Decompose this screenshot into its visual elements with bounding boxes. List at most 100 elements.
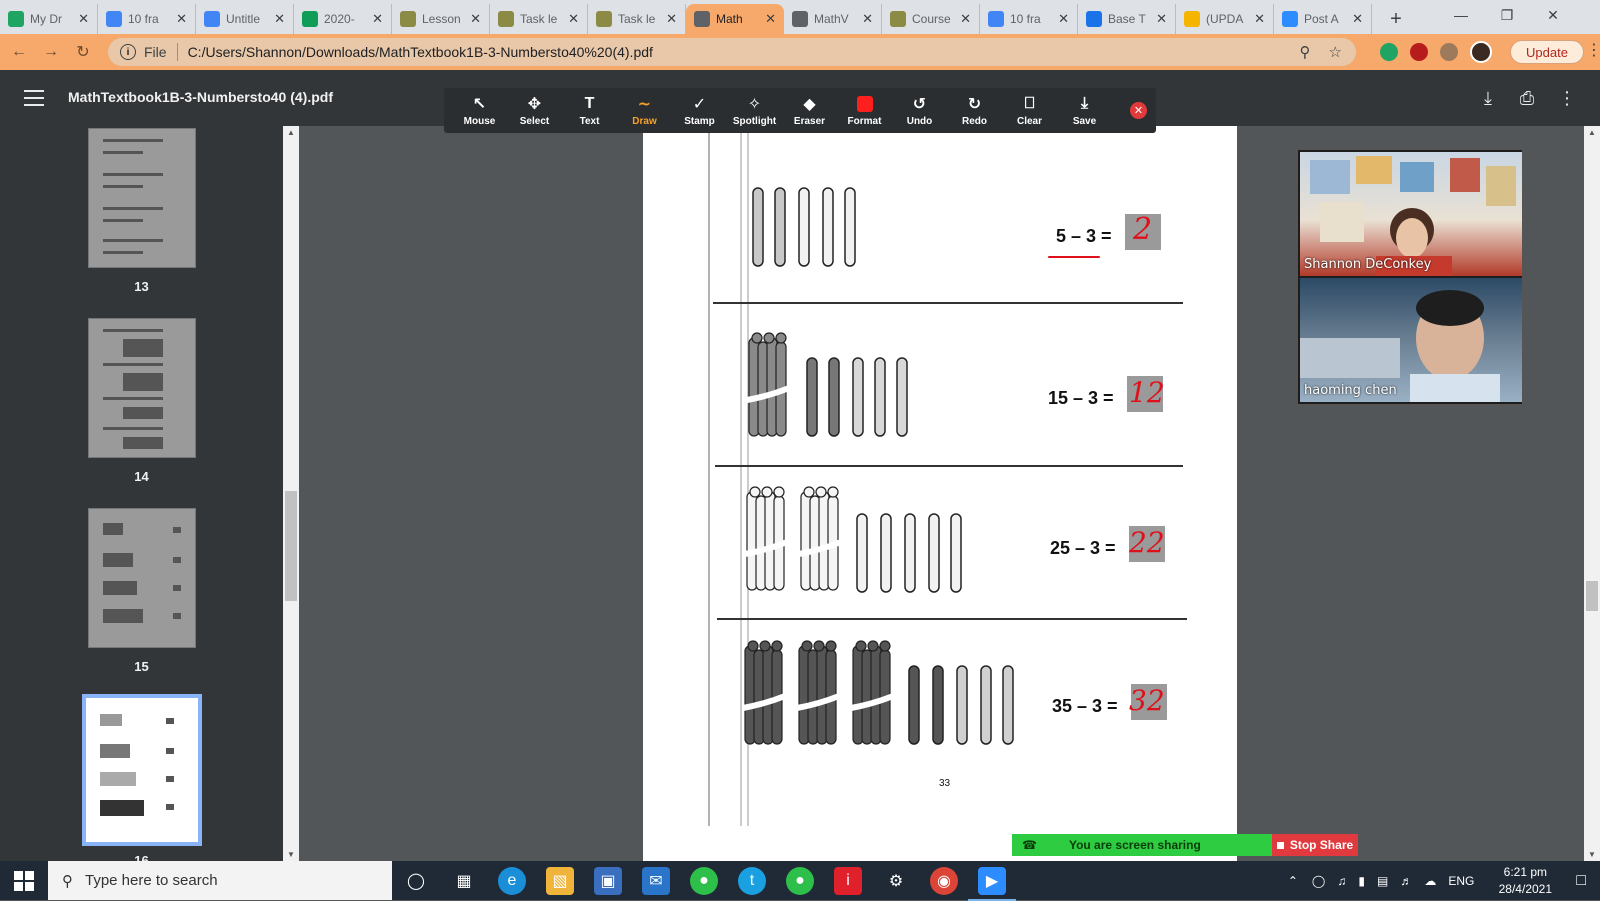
tool-stamp-button[interactable]: ✓ Stamp xyxy=(672,95,727,127)
browser-tab[interactable]: Post A ✕ xyxy=(1274,4,1372,34)
browser-tab[interactable]: Math ✕ xyxy=(686,4,784,34)
close-tab-icon[interactable]: ✕ xyxy=(960,11,971,27)
file-explorer-icon[interactable]: ▧ xyxy=(546,867,574,895)
extension-evernote-icon[interactable] xyxy=(1380,43,1398,61)
itutor-icon[interactable]: i xyxy=(834,867,862,895)
tray-chevron-icon[interactable]: ⌃ xyxy=(1288,874,1298,888)
taskbar-clock[interactable]: 6:21 pm 28/4/2021 xyxy=(1482,864,1568,898)
notifications-icon[interactable]: □ xyxy=(1576,872,1586,890)
close-tab-icon[interactable]: ✕ xyxy=(568,11,579,27)
bookmark-star-icon[interactable]: ☆ xyxy=(1329,43,1342,61)
tool-redo-button[interactable]: ↻ Redo xyxy=(947,95,1002,127)
tool-format-button[interactable]: Format xyxy=(837,95,892,127)
edge-icon[interactable]: e xyxy=(498,867,526,895)
taskbar-search-box[interactable]: ⚲ Type here to search xyxy=(48,861,392,900)
video-tile-host[interactable]: Shannon DeConkey xyxy=(1300,152,1522,276)
onedrive-icon[interactable]: ☁ xyxy=(1424,874,1436,888)
update-button[interactable]: Update xyxy=(1510,40,1584,64)
browser-tab[interactable]: 10 fra ✕ xyxy=(98,4,196,34)
browser-tab[interactable]: Base T ✕ xyxy=(1078,4,1176,34)
browser-tab[interactable]: 2020- ✕ xyxy=(294,4,392,34)
close-tab-icon[interactable]: ✕ xyxy=(666,11,677,27)
thumbnail-page-14[interactable] xyxy=(88,318,196,458)
scroll-down-arrow-icon[interactable]: ▼ xyxy=(1588,850,1596,859)
close-annotation-icon[interactable]: ✕ xyxy=(1130,102,1147,119)
chrome-icon[interactable]: ◉ xyxy=(930,867,958,895)
evernote-alt-icon[interactable]: ● xyxy=(786,867,814,895)
extension-puzzle-icon[interactable] xyxy=(1440,43,1458,61)
download-icon[interactable]: ⤓ xyxy=(1476,86,1500,110)
thumbnail-page-15[interactable] xyxy=(88,508,196,648)
scroll-up-arrow-icon[interactable]: ▲ xyxy=(287,128,295,137)
network-icon[interactable]: ▤ xyxy=(1377,874,1388,888)
scroll-up-arrow-icon[interactable]: ▲ xyxy=(1588,128,1596,137)
address-bar[interactable]: i File C:/Users/Shannon/Downloads/MathTe… xyxy=(108,38,1356,66)
microphone-icon[interactable]: ♫ xyxy=(1337,874,1346,888)
close-tab-icon[interactable]: ✕ xyxy=(1352,11,1363,27)
forward-icon[interactable]: → xyxy=(38,39,64,65)
tray-device-icon[interactable]: ◯ xyxy=(1312,874,1325,888)
zoom-icon[interactable]: ⚲ xyxy=(1300,43,1311,61)
minimize-button[interactable]: — xyxy=(1438,0,1484,30)
task-view-icon[interactable]: ▦ xyxy=(450,867,478,895)
close-tab-icon[interactable]: ✕ xyxy=(470,11,481,27)
cortana-icon[interactable]: ◯ xyxy=(402,867,430,895)
chrome-menu-icon[interactable]: ⋮ xyxy=(1586,40,1600,60)
tool-select-button[interactable]: ✥ Select xyxy=(507,95,562,127)
sidebar-menu-icon[interactable] xyxy=(24,87,44,109)
browser-tab[interactable]: (UPDA ✕ xyxy=(1176,4,1274,34)
tutor-app-icon[interactable]: t xyxy=(738,867,766,895)
share-pin-icon[interactable]: ☎ xyxy=(1022,838,1037,852)
tool-draw-button[interactable]: ∼ Draw xyxy=(617,95,672,127)
new-tab-button[interactable]: + xyxy=(1382,5,1410,33)
close-tab-icon[interactable]: ✕ xyxy=(1156,11,1167,27)
close-tab-icon[interactable]: ✕ xyxy=(862,11,873,27)
close-tab-icon[interactable]: ✕ xyxy=(274,11,285,27)
close-tab-icon[interactable]: ✕ xyxy=(765,11,776,27)
site-info-icon[interactable]: i xyxy=(120,44,136,60)
language-indicator[interactable]: ENG xyxy=(1448,874,1474,888)
store-icon[interactable]: ▣ xyxy=(594,867,622,895)
sidebar-scroll-thumb[interactable] xyxy=(285,491,297,601)
close-tab-icon[interactable]: ✕ xyxy=(372,11,383,27)
restore-button[interactable]: ❐ xyxy=(1484,0,1530,30)
tool-mouse-button[interactable]: ↖ Mouse xyxy=(452,95,507,127)
back-icon[interactable]: ← xyxy=(6,39,32,65)
tool-spotlight-button[interactable]: ✧ Spotlight xyxy=(727,95,782,127)
battery-icon[interactable]: ▮ xyxy=(1358,874,1365,888)
volume-icon[interactable]: ♬ xyxy=(1400,874,1412,888)
settings-gear-icon[interactable]: ⚙ xyxy=(882,867,910,895)
tool-save-button[interactable]: ⤓ Save xyxy=(1057,95,1112,127)
close-tab-icon[interactable]: ✕ xyxy=(78,11,89,27)
scroll-down-arrow-icon[interactable]: ▼ xyxy=(287,850,295,859)
video-tile-student[interactable]: haoming chen xyxy=(1300,278,1522,402)
document-scroll-thumb[interactable] xyxy=(1586,581,1598,611)
browser-tab[interactable]: 10 fra ✕ xyxy=(980,4,1078,34)
browser-tab[interactable]: My Dr ✕ xyxy=(0,4,98,34)
thumbnail-page-13[interactable] xyxy=(88,128,196,268)
close-window-button[interactable]: ✕ xyxy=(1530,0,1576,30)
reload-icon[interactable]: ↻ xyxy=(70,39,96,65)
tool-text-button[interactable]: T Text xyxy=(562,95,617,127)
pdf-page[interactable]: 5 – 3 = 2 15 – 3 = 12 25 – 3 = 22 35 – 3… xyxy=(643,126,1237,861)
browser-tab[interactable]: Untitle ✕ xyxy=(196,4,294,34)
tool-undo-button[interactable]: ↺ Undo xyxy=(892,95,947,127)
close-tab-icon[interactable]: ✕ xyxy=(176,11,187,27)
thumbnail-page-16-selected[interactable] xyxy=(82,694,202,846)
profile-avatar[interactable] xyxy=(1470,41,1492,63)
tool-eraser-button[interactable]: ◆ Eraser xyxy=(782,95,837,127)
close-tab-icon[interactable]: ✕ xyxy=(1058,11,1069,27)
sidebar-scrollbar[interactable]: ▲ ▼ xyxy=(283,126,299,861)
tool-clear-button[interactable]: ⎕ Clear xyxy=(1002,95,1057,127)
document-scrollbar[interactable]: ▲ ▼ xyxy=(1584,126,1600,861)
browser-tab[interactable]: Course ✕ xyxy=(882,4,980,34)
print-icon[interactable]: ⎙ xyxy=(1515,86,1539,110)
close-tab-icon[interactable]: ✕ xyxy=(1254,11,1265,27)
stop-share-button[interactable]: Stop Share xyxy=(1272,834,1358,856)
browser-tab[interactable]: Task le ✕ xyxy=(588,4,686,34)
windows-start-icon[interactable] xyxy=(14,871,34,891)
mail-icon[interactable]: ✉ xyxy=(642,867,670,895)
url-text[interactable]: C:/Users/Shannon/Downloads/MathTextbook1… xyxy=(188,44,653,60)
browser-tab[interactable]: Lesson ✕ xyxy=(392,4,490,34)
zoom-app-icon[interactable]: ▶ xyxy=(968,867,1016,901)
